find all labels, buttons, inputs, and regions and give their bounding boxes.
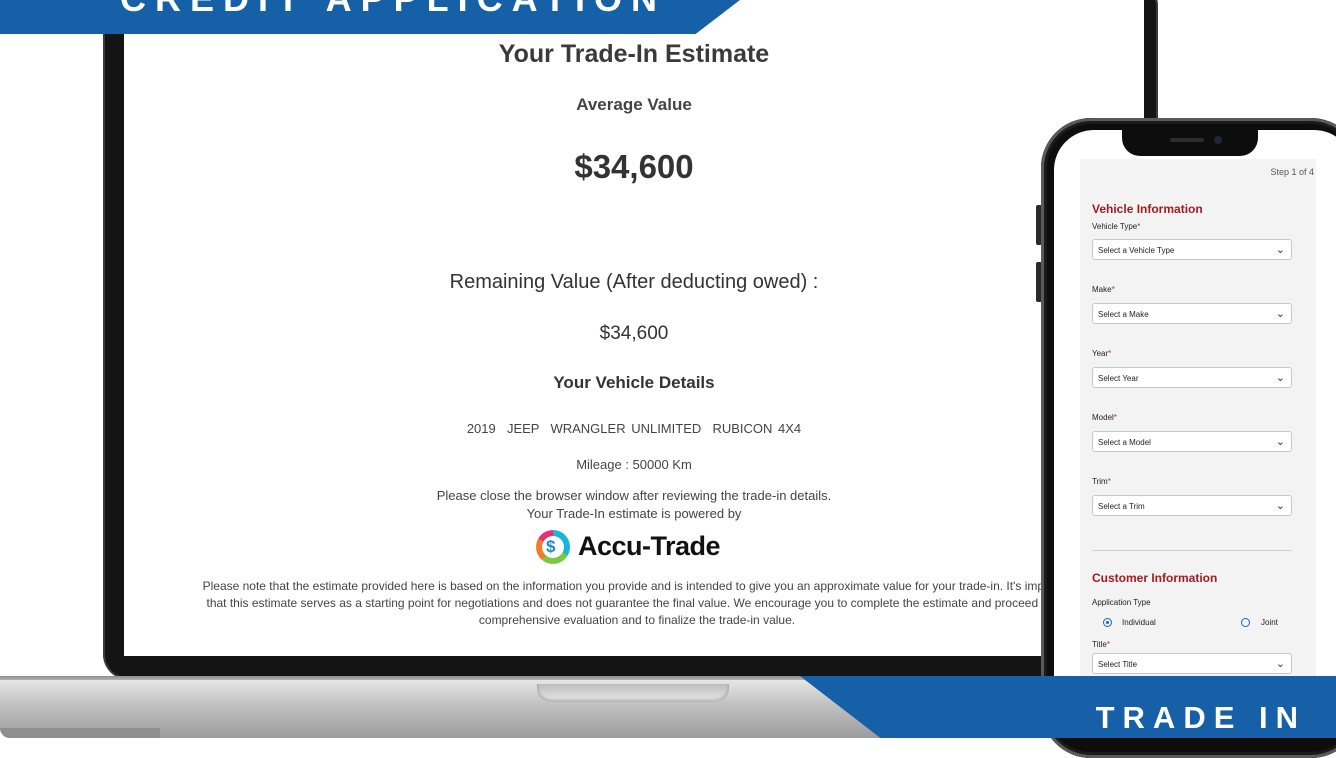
estimate-title: Your Trade-In Estimate	[498, 40, 770, 68]
vehicle-description: 2019 JEEP WRANGLER UNLIMITED RUBICON 4X4	[466, 421, 802, 436]
make-select[interactable]: Select a Make ⌄	[1092, 303, 1292, 324]
remaining-value: $34,600	[599, 323, 669, 344]
model-select[interactable]: Select a Model ⌄	[1092, 431, 1292, 452]
trade-in-banner: TRADE IN	[800, 676, 1336, 738]
section-divider	[1092, 550, 1292, 551]
accu-trade-logo: $ Accu-Trade	[536, 530, 756, 566]
camera-icon	[1214, 136, 1222, 144]
logo-wordmark: Accu-Trade	[578, 531, 721, 561]
year-select[interactable]: Select Year ⌄	[1092, 367, 1292, 388]
average-value: $34,600	[574, 148, 694, 185]
disclaimer-line-2: that this estimate serves as a starting …	[206, 596, 1068, 610]
chevron-down-icon: ⌄	[1275, 308, 1285, 320]
year-label: Year*	[1092, 349, 1112, 358]
vehicle-mileage: Mileage : 50000 Km	[576, 457, 692, 472]
joint-radio-label: Joint	[1261, 618, 1278, 627]
speaker-icon	[1170, 138, 1204, 142]
powered-by-text: Your Trade-In estimate is powered by	[526, 506, 742, 521]
step-indicator: Step 1 of 4	[1270, 167, 1314, 177]
individual-radio[interactable]	[1103, 618, 1112, 627]
application-type-label: Application Type	[1092, 598, 1151, 607]
model-label: Model*	[1092, 413, 1117, 422]
close-window-note: Please close the browser window after re…	[436, 488, 832, 503]
title-select[interactable]: Select Title ⌄	[1092, 653, 1292, 674]
credit-application-banner: CREDIT APPLICATION	[0, 0, 740, 34]
vehicle-type-label: Vehicle Type*	[1092, 222, 1141, 231]
trade-in-banner-text: TRADE IN	[1095, 700, 1306, 735]
laptop-screen: Your Trade-In Estimate Average Value $34…	[124, 0, 1144, 656]
disclaimer-line-1: Please note that the estimate provided h…	[202, 579, 1072, 593]
chevron-down-icon: ⌄	[1275, 658, 1285, 670]
chevron-down-icon: ⌄	[1275, 372, 1285, 384]
trade-in-estimate-page: Your Trade-In Estimate Average Value $34…	[124, 0, 1144, 656]
title-label: Title*	[1092, 640, 1110, 649]
vehicle-information-heading: Vehicle Information	[1092, 202, 1203, 216]
customer-information-heading: Customer Information	[1092, 571, 1218, 585]
joint-radio[interactable]	[1241, 618, 1250, 627]
individual-radio-label: Individual	[1122, 618, 1156, 627]
vehicle-details-title: Your Vehicle Details	[553, 373, 715, 392]
average-value-label: Average Value	[576, 95, 692, 114]
trim-select[interactable]: Select a Trim ⌄	[1092, 495, 1292, 516]
laptop-opening-notch	[537, 684, 729, 702]
logo-dollar-symbol: $	[546, 537, 556, 556]
trim-label: Trim*	[1092, 477, 1111, 486]
make-label: Make*	[1092, 285, 1115, 294]
vehicle-type-select[interactable]: Select a Vehicle Type ⌄	[1092, 239, 1292, 260]
chevron-down-icon: ⌄	[1275, 436, 1285, 448]
remaining-value-label: Remaining Value (After deducting owed) :	[449, 271, 819, 293]
laptop-foot	[0, 728, 160, 738]
credit-application-banner-text: CREDIT APPLICATION	[120, 0, 666, 20]
phone-screen: Step 1 of 4 Vehicle Information Vehicle …	[1054, 130, 1336, 738]
disclaimer-line-3: comprehensive evaluation and to finalize…	[478, 613, 796, 627]
phone-notch	[1122, 130, 1258, 156]
chevron-down-icon: ⌄	[1275, 500, 1285, 512]
chevron-down-icon: ⌄	[1275, 244, 1285, 256]
disclaimer: Please note that the estimate provided h…	[130, 578, 1144, 629]
